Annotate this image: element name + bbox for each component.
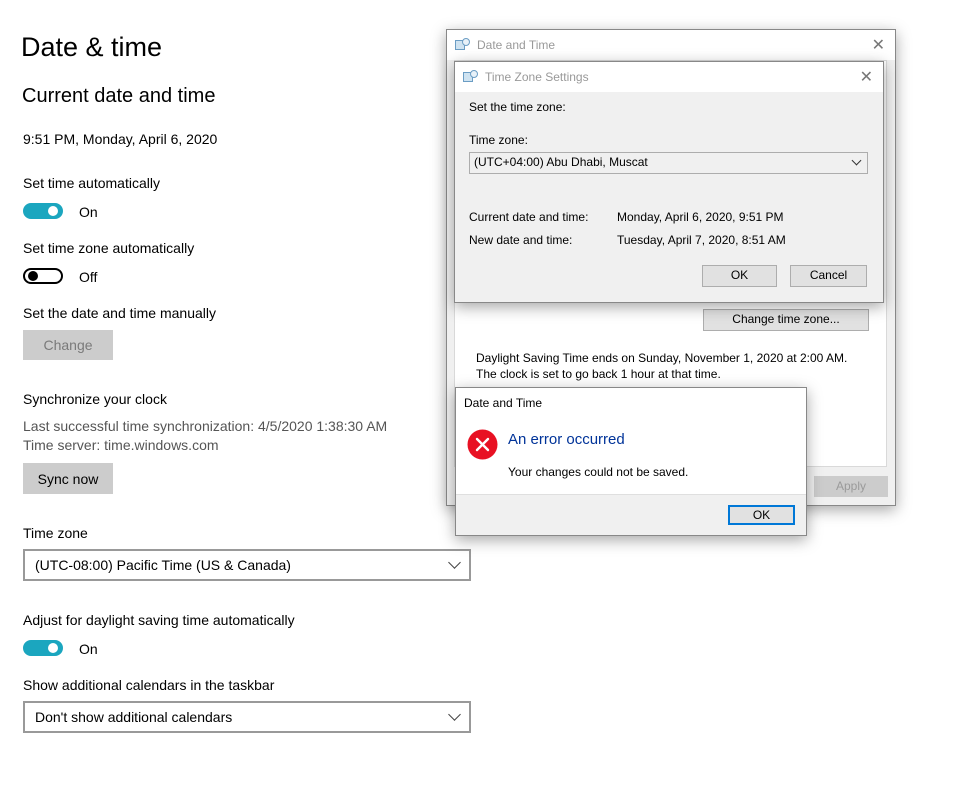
set-time-auto-label: Set time automatically (23, 175, 160, 191)
timezone-value: (UTC-08:00) Pacific Time (US & Canada) (35, 557, 291, 573)
set-tz-auto-toggle[interactable] (23, 268, 63, 284)
section-title: Current date and time (22, 85, 216, 107)
chevron-down-icon (448, 708, 461, 721)
clock-globe-icon (463, 70, 478, 82)
chevron-down-icon (448, 556, 461, 569)
time-zone-dialog: Time Zone Settings ✕ Set the time zone: … (454, 61, 884, 303)
close-icon[interactable]: ✕ (860, 67, 873, 87)
close-icon[interactable]: ✕ (872, 35, 885, 55)
sync-now-button[interactable]: Sync now (23, 463, 113, 494)
current-dt-label: Current date and time: (469, 210, 589, 224)
current-dt-value: Monday, April 6, 2020, 9:51 PM (617, 210, 784, 224)
dst-toggle[interactable] (23, 640, 63, 656)
tz-dropdown-value: (UTC+04:00) Abu Dhabi, Muscat (474, 155, 648, 169)
date-time-dialog-titlebar: Date and Time ✕ (447, 30, 895, 60)
tz-dropdown[interactable]: (UTC+04:00) Abu Dhabi, Muscat (469, 152, 868, 174)
new-dt-label: New date and time: (469, 233, 573, 247)
change-time-zone-button[interactable]: Change time zone... (703, 309, 869, 331)
error-dialog-titlebar: Date and Time (456, 388, 806, 418)
set-tz-auto-label: Set time zone automatically (23, 240, 195, 256)
error-dialog: Date and Time An error occurred Your cha… (455, 387, 807, 536)
tz-ok-button[interactable]: OK (702, 265, 777, 287)
last-sync-text: Last successful time synchronization: 4/… (23, 418, 388, 434)
time-zone-dialog-title: Time Zone Settings (485, 70, 589, 84)
page-title: Date & time (21, 32, 163, 62)
calendars-value: Don't show additional calendars (35, 709, 233, 725)
set-tz-auto-state: Off (79, 269, 98, 285)
sync-title: Synchronize your clock (23, 391, 167, 407)
error-heading: An error occurred (508, 431, 625, 448)
change-button[interactable]: Change (23, 330, 113, 360)
date-time-dialog-title: Date and Time (477, 38, 556, 52)
set-time-auto-state: On (79, 204, 98, 220)
tz-label: Time zone: (469, 133, 528, 147)
calendars-dropdown[interactable]: Don't show additional calendars (23, 701, 471, 733)
current-datetime: 9:51 PM, Monday, April 6, 2020 (23, 131, 218, 147)
timezone-dropdown[interactable]: (UTC-08:00) Pacific Time (US & Canada) (23, 549, 471, 581)
error-ok-button[interactable]: OK (728, 505, 795, 525)
tz-cancel-button[interactable]: Cancel (790, 265, 867, 287)
dst-state: On (79, 641, 98, 657)
set-time-auto-toggle[interactable] (23, 203, 63, 219)
chevron-down-icon (851, 155, 862, 166)
error-message: Your changes could not be saved. (508, 465, 689, 479)
clock-globe-icon (455, 38, 470, 50)
timezone-label: Time zone (23, 525, 88, 541)
error-icon (467, 429, 498, 460)
manual-label: Set the date and time manually (23, 305, 217, 321)
time-zone-dialog-titlebar: Time Zone Settings ✕ (455, 62, 883, 92)
tz-prompt: Set the time zone: (469, 100, 566, 114)
time-server-text: Time server: time.windows.com (23, 437, 219, 453)
dst-label: Adjust for daylight saving time automati… (23, 612, 295, 628)
dst-note: Daylight Saving Time ends on Sunday, Nov… (476, 351, 848, 381)
new-dt-value: Tuesday, April 7, 2020, 8:51 AM (617, 233, 786, 247)
apply-button[interactable]: Apply (814, 476, 888, 497)
calendars-label: Show additional calendars in the taskbar (23, 677, 275, 693)
error-dialog-title: Date and Time (464, 396, 543, 410)
